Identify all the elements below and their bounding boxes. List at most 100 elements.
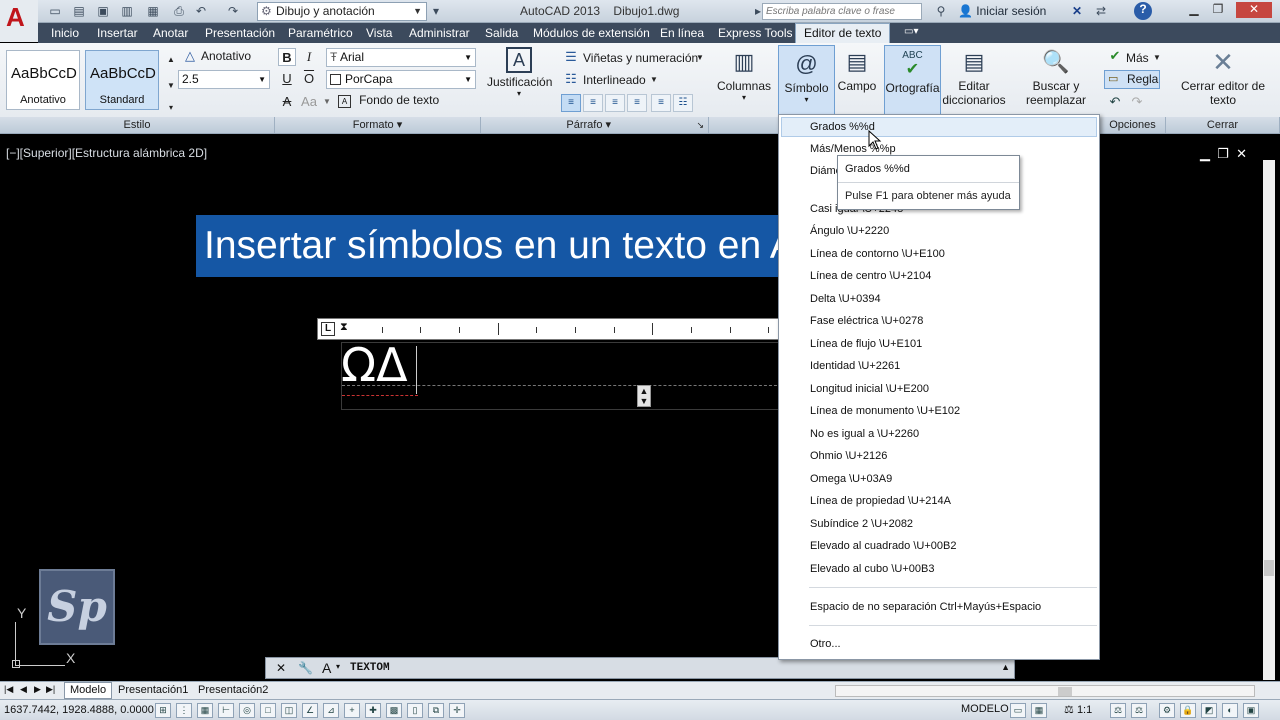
ducs-icon[interactable]: ⊿ bbox=[323, 703, 339, 718]
tab-stop-icon[interactable]: L bbox=[321, 322, 335, 336]
spell-check-button[interactable]: ABC ✔ Ortografía bbox=[884, 45, 941, 115]
restore-button[interactable]: ❐ bbox=[1207, 2, 1229, 18]
menu-item-mas-menos[interactable]: Más/Menos %%p bbox=[810, 143, 896, 155]
ruler-toggle[interactable]: ▭ Regla bbox=[1104, 70, 1160, 89]
minimize-icon[interactable]: ▁ bbox=[1200, 146, 1210, 161]
workspace-switch-icon[interactable]: ⚙ bbox=[1159, 703, 1175, 718]
model-space-label[interactable]: MODELO bbox=[961, 703, 1009, 715]
more-options-label[interactable]: Más bbox=[1126, 51, 1149, 65]
menu-item-linea-centro[interactable]: Línea de centro \U+2104 bbox=[810, 270, 931, 282]
chevron-down-icon[interactable]: ▾ bbox=[336, 662, 340, 671]
bullets-label[interactable]: Viñetas y numeración bbox=[583, 51, 698, 65]
save-as-icon[interactable]: ▥ bbox=[119, 4, 135, 18]
hardware-acceleration-icon[interactable]: ◩ bbox=[1201, 703, 1217, 718]
open-file-icon[interactable]: ▤ bbox=[71, 4, 87, 18]
bold-button[interactable]: B bbox=[278, 48, 296, 66]
selection-cycling-icon[interactable]: ⧉ bbox=[428, 703, 444, 718]
first-tab-icon[interactable]: |◀ bbox=[4, 684, 13, 695]
distribute-button[interactable]: ≡ bbox=[651, 94, 671, 112]
annotation-monitor-icon[interactable]: ✛ bbox=[449, 703, 465, 718]
quick-view-drawings-icon[interactable]: ▦ bbox=[1031, 703, 1047, 718]
tab-anotar[interactable]: Anotar bbox=[153, 26, 188, 40]
redo-icon[interactable]: ↷ bbox=[1128, 93, 1146, 111]
menu-item-linea-flujo[interactable]: Línea de flujo \U+E101 bbox=[810, 338, 922, 350]
group-parrafo-footer[interactable]: Párrafo ▾ ↘ bbox=[481, 117, 709, 133]
last-tab-icon[interactable]: ▶| bbox=[46, 684, 55, 695]
tab-editor-de-texto[interactable]: Editor de texto bbox=[795, 23, 891, 43]
annotation-visibility-icon[interactable]: ⚖ bbox=[1110, 703, 1126, 718]
justification-button[interactable]: A Justificación ▾ bbox=[487, 47, 552, 109]
tab-salida[interactable]: Salida bbox=[485, 26, 518, 40]
chevron-down-icon[interactable]: ▼ bbox=[1148, 49, 1166, 67]
style-standard[interactable]: AaBbCcD Standard bbox=[85, 50, 159, 110]
tab-presentacion[interactable]: Presentación bbox=[205, 26, 275, 40]
exchange-icon[interactable]: ✕ bbox=[1069, 4, 1085, 18]
quick-access-menu-icon[interactable]: ▾ bbox=[428, 4, 444, 18]
dyn-input-icon[interactable]: + bbox=[344, 703, 360, 718]
indent-marker-icon[interactable]: ⧗ bbox=[340, 321, 348, 334]
color-select[interactable]: PorCapa ▼ bbox=[326, 70, 476, 89]
text-ruler[interactable]: L ⧗ bbox=[317, 318, 787, 340]
workspace-select[interactable]: ⚙ Dibujo y anotación ▼ bbox=[257, 2, 427, 21]
chevron-down-icon[interactable]: ▼ bbox=[691, 49, 709, 67]
strikethrough-button[interactable]: A bbox=[278, 93, 296, 111]
align-center-button[interactable]: ≡ bbox=[583, 94, 603, 112]
scrollbar-thumb[interactable] bbox=[1264, 560, 1274, 576]
cursor-coordinates[interactable]: 1637.7442, 1928.4888, 0.0000 bbox=[4, 704, 154, 716]
justify-button[interactable]: ≡ bbox=[627, 94, 647, 112]
symbol-button[interactable]: @ Símbolo ▾ bbox=[778, 45, 835, 115]
ortho-mode-icon[interactable]: ⊢ bbox=[218, 703, 234, 718]
menu-item-elevado-cubo[interactable]: Elevado al cubo \U+00B3 bbox=[810, 563, 934, 575]
tab-en-linea[interactable]: En línea bbox=[660, 26, 704, 40]
sync-icon[interactable]: ⇄ bbox=[1093, 4, 1109, 18]
close-button[interactable]: ✕ bbox=[1236, 2, 1272, 18]
menu-item-espacio-no-separacion[interactable]: Espacio de no separación Ctrl+Mayús+Espa… bbox=[810, 601, 1041, 613]
menu-item-delta[interactable]: Delta \U+0394 bbox=[810, 293, 881, 305]
prev-tab-icon[interactable]: ◀ bbox=[20, 684, 27, 695]
ribbon-minimize-icon[interactable]: ▭▾ bbox=[904, 26, 918, 37]
tab-parametrico[interactable]: Paramétrico bbox=[288, 26, 353, 40]
text-height-input[interactable]: 2.5 ▼ bbox=[178, 70, 270, 89]
columns-button[interactable]: ▥ Columnas ▾ bbox=[715, 47, 773, 109]
field-button[interactable]: ▤ Campo bbox=[836, 47, 878, 109]
horizontal-scrollbar[interactable] bbox=[835, 685, 1255, 697]
command-line[interactable]: ✕ 🔧 A ▾ TEXTOM ▲ bbox=[265, 657, 1015, 679]
scrollbar-thumb[interactable] bbox=[1058, 687, 1072, 696]
tab-presentacion1[interactable]: Presentación1 bbox=[118, 684, 188, 696]
search-input[interactable]: Escriba palabra clave o frase bbox=[762, 3, 922, 20]
app-menu-button[interactable]: A bbox=[0, 0, 38, 42]
redo-icon[interactable]: ↷ bbox=[225, 4, 241, 18]
menu-item-ohmio[interactable]: Ohmio \U+2126 bbox=[810, 450, 887, 462]
case-button[interactable]: Aa bbox=[300, 93, 318, 111]
close-icon[interactable]: ✕ bbox=[1236, 146, 1247, 161]
transparency-icon[interactable]: ▩ bbox=[386, 703, 402, 718]
infer-constraints-icon[interactable]: ⊞ bbox=[155, 703, 171, 718]
menu-item-linea-contorno[interactable]: Línea de contorno \U+E100 bbox=[810, 248, 945, 260]
help-icon[interactable]: ? bbox=[1134, 2, 1152, 20]
case-dropdown-icon[interactable]: ▼ bbox=[318, 93, 336, 111]
wrench-icon[interactable]: 🔧 bbox=[298, 661, 313, 675]
print-icon[interactable]: ⎙ bbox=[171, 4, 187, 18]
new-file-icon[interactable]: ▭ bbox=[47, 4, 63, 18]
menu-item-subindice-2[interactable]: Subíndice 2 \U+2082 bbox=[810, 518, 913, 530]
menu-item-identidad[interactable]: Identidad \U+2261 bbox=[810, 360, 900, 372]
align-right-button[interactable]: ≡ bbox=[605, 94, 625, 112]
menu-item-omega[interactable]: Omega \U+03A9 bbox=[810, 473, 892, 485]
tab-inicio[interactable]: Inicio bbox=[51, 26, 79, 40]
auto-scale-icon[interactable]: ⚖ bbox=[1131, 703, 1147, 718]
tab-presentacion2[interactable]: Presentación2 bbox=[198, 684, 268, 696]
quick-view-layouts-icon[interactable]: ▭ bbox=[1010, 703, 1026, 718]
edit-dictionaries-button[interactable]: ▤ Editar diccionarios bbox=[942, 47, 1006, 117]
underline-button[interactable]: U bbox=[278, 70, 296, 88]
3d-snap-icon[interactable]: ◫ bbox=[281, 703, 297, 718]
menu-item-fase-electrica[interactable]: Fase eléctrica \U+0278 bbox=[810, 315, 923, 327]
menu-item-linea-propiedad[interactable]: Línea de propiedad \U+214A bbox=[810, 495, 951, 507]
menu-item-grados[interactable]: Grados %%d bbox=[781, 117, 1097, 137]
menu-item-linea-monumento[interactable]: Línea de monumento \U+E102 bbox=[810, 405, 960, 417]
expand-gallery-icon[interactable]: ▾ bbox=[162, 99, 180, 117]
undo-icon[interactable]: ↶ bbox=[1106, 93, 1124, 111]
align-left-button[interactable]: ≡ bbox=[561, 94, 581, 112]
paragraph-settings-button[interactable]: ☷ bbox=[673, 94, 693, 112]
options-check-icon[interactable]: ✔ bbox=[1106, 47, 1124, 65]
line-spacing-icon[interactable]: ☷ bbox=[562, 70, 580, 88]
